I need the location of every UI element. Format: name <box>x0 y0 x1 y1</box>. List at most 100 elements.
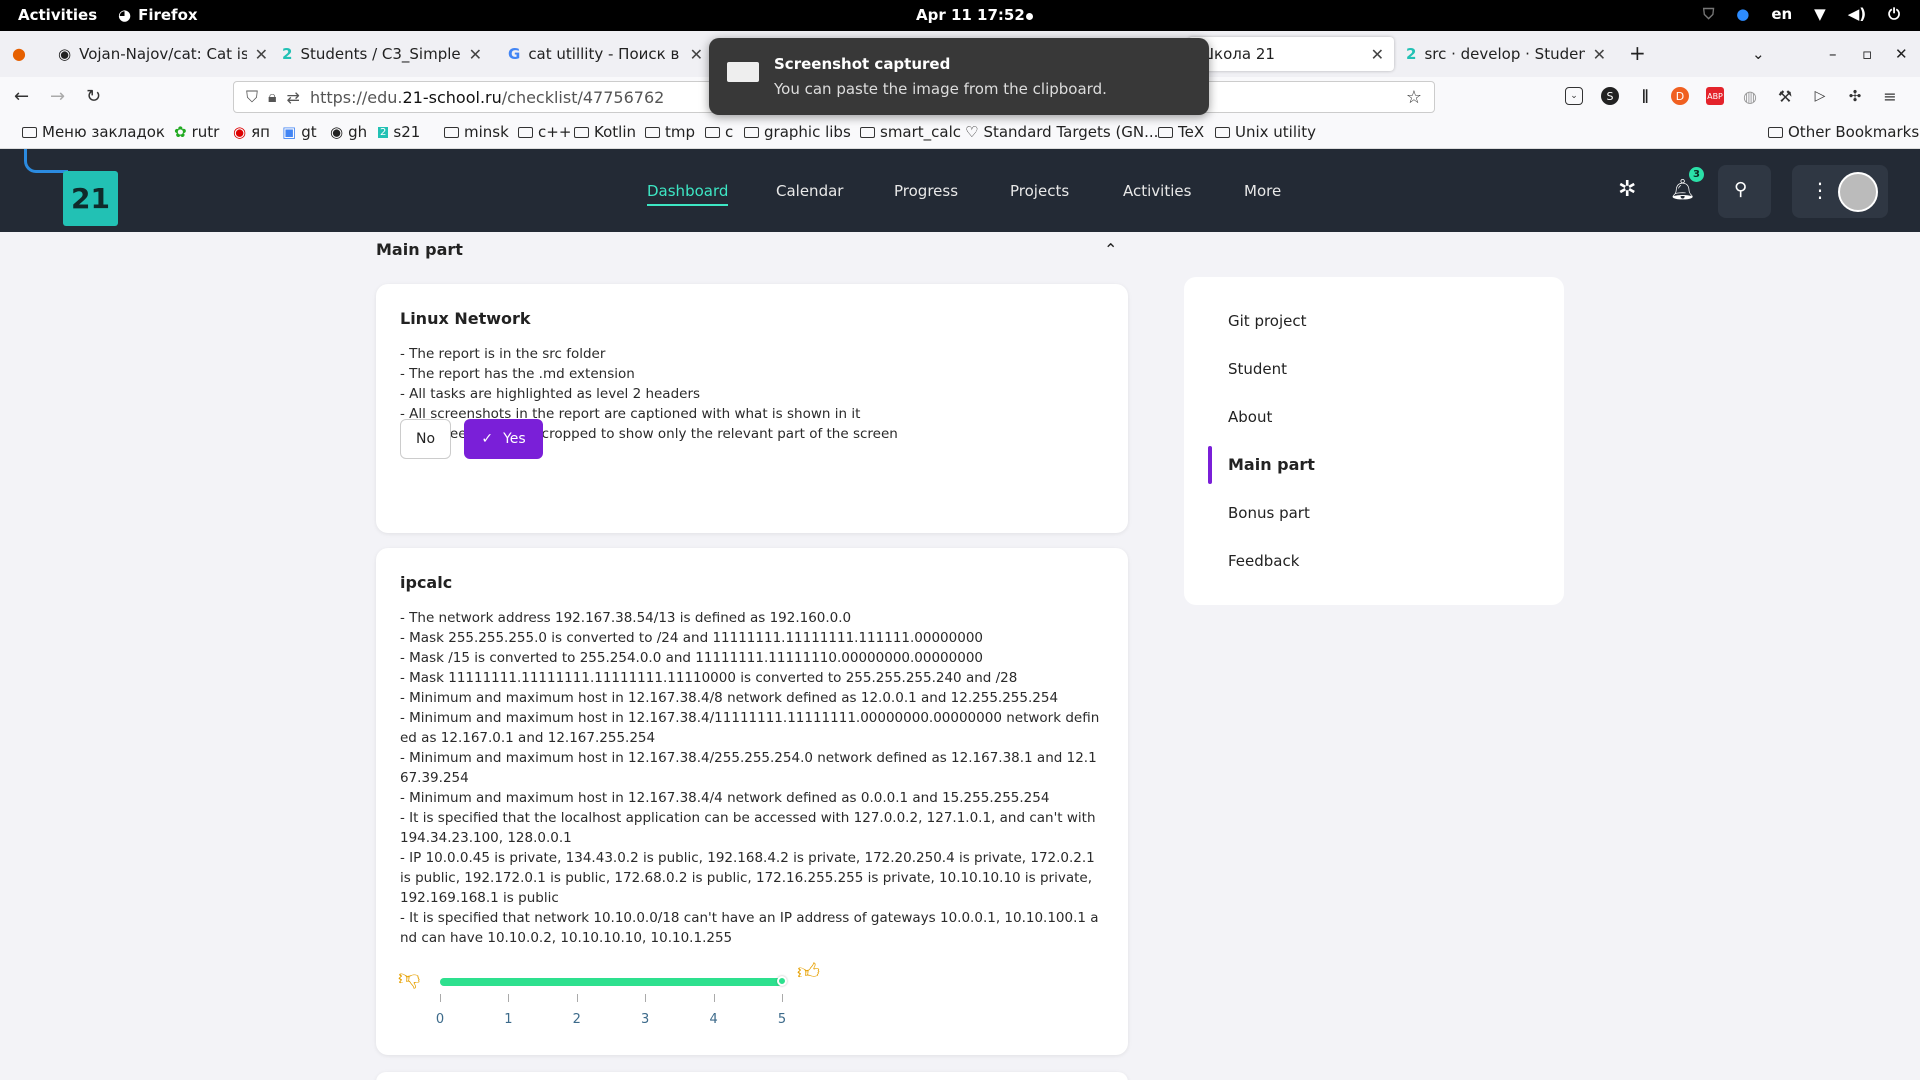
rating-slider[interactable] <box>440 976 787 986</box>
bookmark-folder[interactable]: graphic libs <box>744 123 851 141</box>
checklist-item: - Mask 255.255.255.0 is converted to /24… <box>400 630 983 646</box>
bookmark-star-icon[interactable]: ☆ <box>1406 87 1422 108</box>
menu-hamburger-icon[interactable]: ≡ <box>1881 87 1899 106</box>
close-window-button[interactable]: ✕ <box>1895 45 1908 63</box>
new-tab-button[interactable]: + <box>1629 41 1646 65</box>
nav-progress[interactable]: Progress <box>894 182 958 200</box>
profile-menu-button[interactable]: ⋮ <box>1792 165 1888 218</box>
power-icon[interactable]: ⏻ <box>1888 5 1900 23</box>
chevron-up-icon[interactable]: ⌃ <box>1104 240 1117 259</box>
forward-arrow-icon[interactable]: → <box>50 86 65 107</box>
rating-tick <box>508 994 510 1002</box>
extension-tools-icon[interactable]: ⚒ <box>1776 87 1794 106</box>
lock-icon[interactable]: 🔒︎ <box>268 87 277 107</box>
folder-icon <box>518 126 533 138</box>
bookmark-folder[interactable]: Unix utility <box>1215 123 1316 141</box>
minimize-button[interactable]: – <box>1829 45 1837 63</box>
rating-tick <box>576 994 578 1002</box>
bookmark-link[interactable]: ✿ rutr <box>174 123 219 141</box>
nav-activities[interactable]: Activities <box>1123 182 1191 200</box>
tab-list-chevron-icon[interactable]: ⌄ <box>1752 45 1765 63</box>
sidebar-item-about[interactable]: About <box>1228 408 1272 426</box>
nav-calendar[interactable]: Calendar <box>776 182 843 200</box>
translate-icon: ▣ <box>282 123 297 141</box>
permissions-icon[interactable]: ⇄ <box>287 88 300 107</box>
checklist-item: - Minimum and maximum host in 12.167.38.… <box>400 750 1097 786</box>
screenshot-notification[interactable]: Screenshot captured You can paste the im… <box>709 38 1209 115</box>
close-tab-icon[interactable]: ✕ <box>255 45 268 64</box>
tab-active[interactable]: Школа 21 ✕ <box>1188 37 1394 71</box>
nav-dashboard[interactable]: Dashboard <box>647 182 729 206</box>
sidebar-item-bonus-part[interactable]: Bonus part <box>1228 504 1310 522</box>
close-tab-icon[interactable]: ✕ <box>1593 45 1606 64</box>
globe-icon[interactable]: ◍ <box>1741 87 1759 106</box>
sidebar-item-feedback[interactable]: Feedback <box>1228 552 1299 570</box>
bookmark-folder[interactable]: c <box>705 123 733 141</box>
bookmark-label: Standard Targets (GN... <box>983 123 1159 141</box>
bookmark-folder[interactable]: Kotlin <box>574 123 636 141</box>
notification-title: Screenshot captured <box>774 55 951 73</box>
thumbs-up-icon[interactable]: 👍︎ <box>797 958 820 985</box>
clock[interactable]: Apr 11 17:52 <box>916 6 1025 24</box>
search-button[interactable]: ⚲ <box>1718 165 1771 218</box>
close-tab-icon[interactable]: ✕ <box>1371 45 1384 64</box>
checklist-item: - It is specified that network 10.10.0.0… <box>400 910 1099 946</box>
nav-projects[interactable]: Projects <box>1010 182 1069 200</box>
no-button[interactable]: No <box>400 419 451 459</box>
bookmark-link[interactable]: ▣ gt <box>282 123 317 141</box>
duckduckgo-icon[interactable]: D <box>1671 87 1689 105</box>
extensions-puzzle-icon[interactable]: ✣ <box>1846 87 1864 105</box>
shield-icon[interactable]: ⛉ <box>1703 5 1714 23</box>
checklist-item: - IP 10.0.0.45 is private, 134.43.0.2 is… <box>400 850 1100 906</box>
thumbs-down-icon[interactable]: 👎︎ <box>398 964 420 991</box>
bookmark-folder[interactable]: c++ <box>518 123 571 141</box>
school21-logo[interactable]: 21 <box>63 171 118 226</box>
adblock-icon[interactable]: ABP <box>1706 87 1724 105</box>
rating-handle[interactable] <box>777 976 787 986</box>
extension-play-icon[interactable]: ▷ <box>1811 87 1829 105</box>
bookmark-link[interactable]: ◉ gh <box>330 123 367 141</box>
yes-button[interactable]: ✓ Yes <box>464 419 543 459</box>
shield-icon[interactable]: ⛉ <box>246 87 258 107</box>
bookmark-folder[interactable]: Меню закладок <box>22 123 165 141</box>
volume-icon[interactable]: ◀) <box>1848 5 1866 23</box>
tab[interactable]: ◉ Vojan-Najov/cat: Cat is o ✕ <box>48 37 278 71</box>
extension-library-icon[interactable]: ∥ <box>1636 87 1654 105</box>
bookmark-folder[interactable]: tmp <box>645 123 695 141</box>
wifi-icon[interactable]: ▼ <box>1814 5 1826 23</box>
rating-tick-label: 3 <box>641 1012 650 1027</box>
bookmark-link[interactable]: ♡ Standard Targets (GN... <box>965 123 1158 141</box>
pocket-icon[interactable]: ⌄ <box>1565 87 1583 105</box>
system-tray[interactable]: ⛉ ● en ▼ ◀) ⏻ <box>1703 5 1900 23</box>
bookmark-folder[interactable]: smart_calc <box>860 123 961 141</box>
network-graph-icon[interactable]: ✲ <box>1618 177 1636 202</box>
bookmark-label: minsk <box>464 123 509 141</box>
back-arrow-icon[interactable]: ← <box>14 86 29 107</box>
other-bookmarks[interactable]: Other Bookmarks <box>1768 123 1919 141</box>
url-text[interactable]: https://edu.21-school.ru/checklist/47756… <box>310 88 664 107</box>
logo-accent-line <box>24 149 68 173</box>
checklist-items: - The network address 192.167.38.54/13 i… <box>400 608 1100 948</box>
app-name: Firefox <box>138 6 198 24</box>
zoom-icon[interactable]: ● <box>1736 5 1749 23</box>
bookmark-folder[interactable]: minsk <box>444 123 509 141</box>
extension-s-icon[interactable]: S <box>1601 87 1619 105</box>
sidebar-item-main-part[interactable]: Main part <box>1228 455 1315 474</box>
bookmark-link[interactable]: 2 s21 <box>378 123 420 141</box>
bookmark-link[interactable]: ◉ яп <box>233 123 270 141</box>
app-menu[interactable]: ◕ Firefox <box>118 6 198 24</box>
sidebar-item-student[interactable]: Student <box>1228 360 1287 378</box>
firefox-view-icon[interactable]: ● <box>12 44 26 63</box>
reload-icon[interactable]: ↻ <box>86 86 101 107</box>
language-indicator[interactable]: en <box>1771 5 1792 23</box>
sidebar-item-git-project[interactable]: Git project <box>1228 312 1307 330</box>
tab[interactable]: 2 Students / C3_SimpleBa ✕ <box>272 37 492 71</box>
activities-button[interactable]: Activities <box>18 6 97 24</box>
tab[interactable]: Gcat utillity - Поиск в Goo ✕ <box>498 37 713 71</box>
tab[interactable]: 2 src · develop · Students / ✕ <box>1396 37 1616 71</box>
close-tab-icon[interactable]: ✕ <box>469 45 482 64</box>
nav-more[interactable]: More <box>1244 182 1281 200</box>
maximize-button[interactable]: ▫ <box>1862 45 1872 63</box>
close-tab-icon[interactable]: ✕ <box>690 45 703 64</box>
bookmark-folder[interactable]: TeX <box>1158 123 1204 141</box>
